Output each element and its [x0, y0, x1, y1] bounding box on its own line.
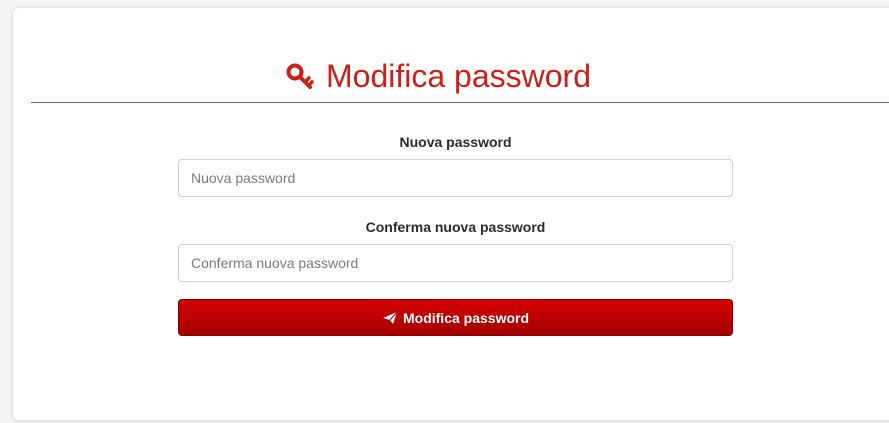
title-divider	[31, 102, 889, 103]
confirm-password-input[interactable]	[178, 244, 733, 282]
page-title-text: Modifica password	[326, 57, 591, 94]
page-title: Modifica password	[13, 56, 864, 96]
change-password-button[interactable]: Modifica password	[178, 299, 733, 336]
new-password-input[interactable]	[178, 159, 733, 197]
change-password-card: Modifica password Nuova password Conferm…	[13, 8, 889, 420]
change-password-button-label: Modifica password	[402, 309, 530, 326]
paper-plane-icon	[382, 311, 398, 325]
confirm-password-label: Conferma nuova password	[365, 219, 546, 235]
key-icon	[286, 63, 314, 89]
new-password-label: Nuova password	[399, 134, 512, 150]
